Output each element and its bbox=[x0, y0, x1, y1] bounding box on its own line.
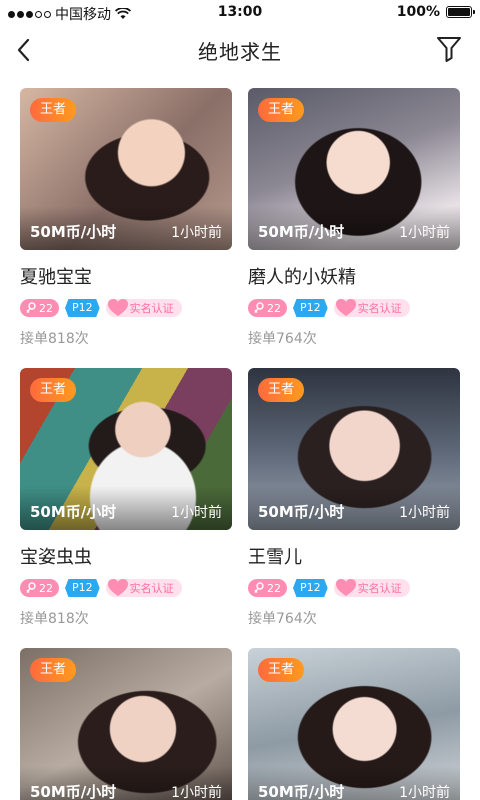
time-label: 1小时前 bbox=[171, 505, 222, 521]
order-count: 接单764次 bbox=[248, 611, 317, 627]
heart-icon bbox=[335, 299, 356, 316]
player-photo: 王者 50M币/小时 1小时前 bbox=[248, 88, 460, 250]
verify-tag: 实名认证 bbox=[105, 579, 182, 597]
battery-icon bbox=[446, 6, 475, 18]
order-count: 接单818次 bbox=[20, 611, 89, 627]
nav-bar: 绝地求生 bbox=[0, 26, 480, 74]
player-card[interactable]: 王者 50M币/小时 1小时前 bbox=[248, 648, 460, 800]
level-tag: P12 bbox=[65, 579, 100, 597]
funnel-filter-icon bbox=[437, 37, 461, 62]
rank-badge: 王者 bbox=[30, 98, 77, 122]
verify-tag: 实名认证 bbox=[333, 579, 410, 597]
rank-badge: 王者 bbox=[258, 98, 305, 122]
female-icon bbox=[26, 582, 36, 593]
player-card[interactable]: 王者 50M币/小时 1小时前 王雪儿 22 P12 实名认证 接单764次 bbox=[248, 368, 460, 628]
player-name: 磨人的小妖精 bbox=[248, 267, 356, 288]
rank-badge: 王者 bbox=[258, 378, 305, 402]
rank-badge: 王者 bbox=[30, 658, 77, 682]
player-card[interactable]: 王者 50M币/小时 1小时前 磨人的小妖精 22 P12 实名认证 接单764… bbox=[248, 88, 460, 348]
time-label: 1小时前 bbox=[399, 225, 450, 241]
tag-row: 22 P12 实名认证 bbox=[248, 298, 460, 318]
level-tag: P12 bbox=[65, 299, 100, 317]
time-label: 1小时前 bbox=[171, 785, 222, 800]
heart-icon bbox=[107, 299, 128, 316]
rank-badge: 王者 bbox=[258, 658, 305, 682]
tag-row: 22 P12 实名认证 bbox=[248, 578, 460, 598]
female-icon bbox=[254, 302, 264, 313]
player-photo: 王者 50M币/小时 1小时前 bbox=[20, 368, 232, 530]
page-title: 绝地求生 bbox=[198, 40, 282, 64]
heart-icon bbox=[107, 579, 128, 596]
price-label: 50M币/小时 bbox=[30, 783, 117, 800]
verify-tag: 实名认证 bbox=[333, 299, 410, 317]
status-bar: 中国移动 13:00 100% bbox=[0, 0, 480, 26]
player-card[interactable]: 王者 50M币/小时 1小时前 宝姿虫虫 22 P12 实名认证 接单818次 bbox=[20, 368, 232, 628]
level-tag: P12 bbox=[293, 299, 328, 317]
female-icon bbox=[254, 582, 264, 593]
filter-button[interactable] bbox=[434, 34, 464, 64]
player-photo: 王者 50M币/小时 1小时前 bbox=[248, 648, 460, 800]
price-label: 50M币/小时 bbox=[258, 223, 345, 241]
time-label: 1小时前 bbox=[399, 505, 450, 521]
order-count: 接单818次 bbox=[20, 331, 89, 347]
verify-tag: 实名认证 bbox=[105, 299, 182, 317]
player-name: 王雪儿 bbox=[248, 547, 302, 568]
rank-badge: 王者 bbox=[30, 378, 77, 402]
time-label: 1小时前 bbox=[171, 225, 222, 241]
price-label: 50M币/小时 bbox=[258, 503, 345, 521]
female-icon bbox=[26, 302, 36, 313]
order-count: 接单764次 bbox=[248, 331, 317, 347]
player-photo: 王者 50M币/小时 1小时前 bbox=[248, 368, 460, 530]
time-label: 1小时前 bbox=[399, 785, 450, 800]
player-card[interactable]: 王者 50M币/小时 1小时前 bbox=[20, 648, 232, 800]
player-name: 宝姿虫虫 bbox=[20, 547, 92, 568]
price-label: 50M币/小时 bbox=[30, 503, 117, 521]
tag-row: 22 P12 实名认证 bbox=[20, 298, 232, 318]
battery-percent: 100% bbox=[396, 4, 440, 20]
player-card[interactable]: 王者 50M币/小时 1小时前 夏驰宝宝 22 P12 实名认证 接单818次 bbox=[20, 88, 232, 348]
age-tag: 22 bbox=[248, 299, 287, 317]
status-right: 100% bbox=[396, 4, 475, 20]
age-tag: 22 bbox=[20, 299, 59, 317]
player-photo: 王者 50M币/小时 1小时前 bbox=[20, 88, 232, 250]
age-tag: 22 bbox=[248, 579, 287, 597]
tag-row: 22 P12 实名认证 bbox=[20, 578, 232, 598]
player-name: 夏驰宝宝 bbox=[20, 267, 92, 288]
age-tag: 22 bbox=[20, 579, 59, 597]
level-tag: P12 bbox=[293, 579, 328, 597]
player-photo: 王者 50M币/小时 1小时前 bbox=[20, 648, 232, 800]
heart-icon bbox=[335, 579, 356, 596]
price-label: 50M币/小时 bbox=[30, 223, 117, 241]
price-label: 50M币/小时 bbox=[258, 783, 345, 800]
